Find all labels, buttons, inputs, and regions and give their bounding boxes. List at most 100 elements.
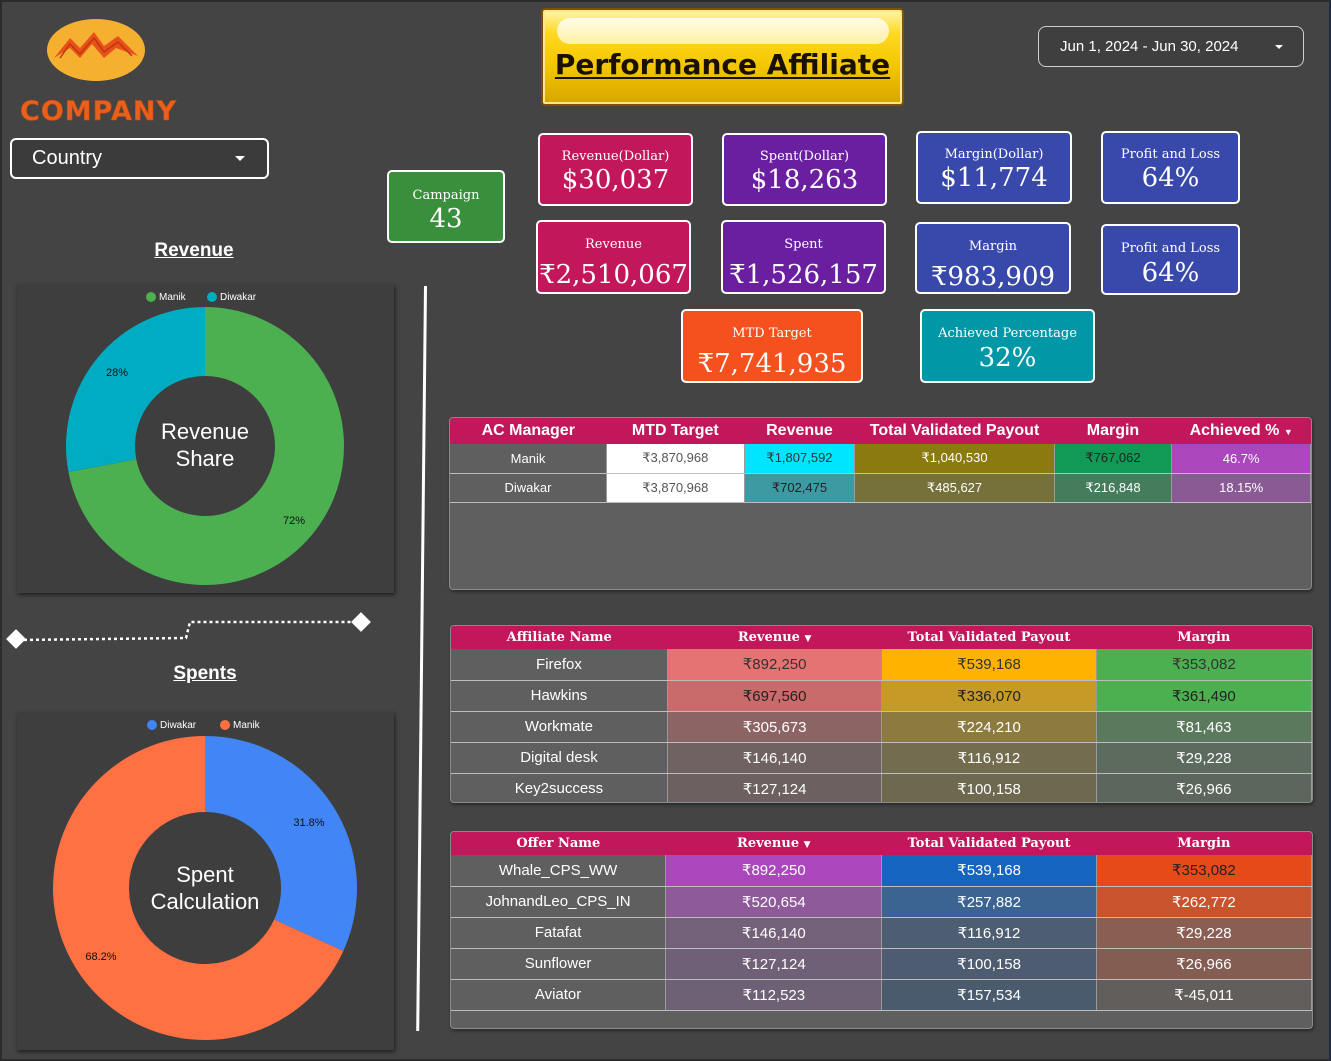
- table-row[interactable]: Aviator ₹112,523 ₹157,534 ₹-45,011: [451, 979, 1312, 1011]
- date-range-picker[interactable]: Jun 1, 2024 - Jun 30, 2024: [1038, 26, 1304, 67]
- col-header-sorted[interactable]: Achieved % ▼: [1171, 418, 1311, 444]
- country-filter[interactable]: Country: [10, 138, 269, 179]
- cell-revenue: ₹305,673: [667, 711, 883, 743]
- col-header[interactable]: Margin: [1096, 626, 1312, 649]
- table-row[interactable]: JohnandLeo_CPS_IN ₹520,654 ₹257,882 ₹262…: [451, 886, 1312, 918]
- col-header[interactable]: Margin: [1054, 418, 1172, 444]
- cell-mtd-target: ₹3,870,968: [606, 444, 745, 474]
- legend-swatch-manik: [146, 292, 156, 302]
- cell-margin: ₹353,082: [1096, 855, 1312, 887]
- spent-slice-diwakar[interactable]: [205, 736, 357, 951]
- chevron-down-icon: [1275, 45, 1283, 49]
- kpi-label: MTD Target: [732, 326, 812, 341]
- col-header[interactable]: Affiliate Name: [451, 626, 668, 649]
- col-header[interactable]: MTD Target: [606, 418, 745, 444]
- legend-label-manik: Manik: [233, 720, 261, 731]
- spent-donut-chart: Diwakar Manik 31.8% 68.2% Spent Calculat…: [53, 720, 357, 1040]
- col-header[interactable]: AC Manager: [450, 418, 607, 444]
- cell-affiliate: Firefox: [451, 649, 668, 681]
- cell-revenue: ₹146,140: [665, 917, 883, 949]
- col-header[interactable]: Margin: [1096, 832, 1312, 855]
- offer-table: Offer Name Revenue ▼ Total Validated Pay…: [450, 831, 1313, 1029]
- campaign-card: Campaign 43: [387, 170, 505, 243]
- kpi-value: ₹983,909: [930, 262, 1056, 292]
- table-row[interactable]: Whale_CPS_WW ₹892,250 ₹539,168 ₹353,082: [451, 855, 1312, 887]
- cell-revenue: ₹520,654: [665, 886, 883, 918]
- company-name: COMPANY: [20, 96, 177, 128]
- kpi-value: ₹7,741,935: [697, 349, 847, 379]
- cell-revenue: ₹697,560: [667, 680, 883, 712]
- cell-payout: ₹157,534: [881, 979, 1097, 1011]
- cell-revenue: ₹892,250: [667, 649, 883, 681]
- table-row[interactable]: Workmate ₹305,673 ₹224,210 ₹81,463: [451, 711, 1312, 743]
- kpi-label: Revenue: [585, 237, 642, 252]
- cell-affiliate: Hawkins: [451, 680, 668, 712]
- cell-mtd-target: ₹3,870,968: [606, 473, 745, 503]
- kpi-value: $30,037: [561, 165, 670, 195]
- cell-affiliate: Workmate: [451, 711, 668, 743]
- col-header[interactable]: Revenue: [744, 418, 855, 444]
- col-header-sorted[interactable]: Revenue ▼: [667, 626, 882, 649]
- kpi-label: Profit and Loss: [1120, 147, 1221, 162]
- legend-label-manik: Manik: [159, 292, 187, 303]
- cell-manager: Diwakar: [450, 473, 607, 503]
- revenue-inr-card: Revenue ₹2,510,067: [536, 220, 691, 294]
- page-title: Performance Affiliate: [554, 48, 891, 81]
- profit-loss-card: Profit and Loss 64%: [1101, 131, 1240, 204]
- cell-revenue: ₹146,140: [667, 742, 883, 774]
- table-header-row: Affiliate Name Revenue ▼ Total Validated…: [451, 626, 1312, 649]
- revenue-center-line-1: Revenue: [161, 419, 249, 444]
- cell-margin: ₹26,966: [1096, 773, 1312, 802]
- margin-usd-card: Margin(Dollar) $11,774: [916, 131, 1072, 204]
- col-header-label: Achieved %: [1189, 422, 1280, 439]
- cell-manager: Manik: [450, 444, 607, 474]
- table-row[interactable]: Firefox ₹892,250 ₹539,168 ₹353,082: [451, 649, 1312, 681]
- table-row[interactable]: Diwakar ₹3,870,968 ₹702,475 ₹485,627 ₹21…: [450, 473, 1311, 503]
- table-row[interactable]: Key2success ₹127,124 ₹100,158 ₹26,966: [451, 773, 1312, 802]
- cell-payout: ₹539,168: [881, 649, 1097, 681]
- legend-label-diwakar: Diwakar: [160, 720, 197, 731]
- sort-down-icon: ▼: [803, 840, 811, 850]
- kpi-label: Achieved Percentage: [938, 326, 1077, 341]
- kpi-label: Margin: [968, 239, 1018, 254]
- cell-achieved: 18.15%: [1171, 473, 1311, 503]
- cell-payout: ₹485,627: [854, 473, 1055, 503]
- spent-slice-label-manik: 68.2%: [85, 951, 116, 963]
- table-row[interactable]: Digital desk ₹146,140 ₹116,912 ₹29,228: [451, 742, 1312, 774]
- spent-chart-panel: Diwakar Manik 31.8% 68.2% Spent Calculat…: [17, 712, 394, 1050]
- col-header-sorted[interactable]: Revenue ▼: [665, 832, 882, 855]
- date-range-label: Jun 1, 2024 - Jun 30, 2024: [1060, 38, 1239, 55]
- cell-revenue: ₹127,124: [665, 948, 883, 980]
- legend-label-diwakar: Diwakar: [220, 292, 257, 303]
- table-row[interactable]: Hawkins ₹697,560 ₹336,070 ₹361,490: [451, 680, 1312, 712]
- spent-legend: Diwakar Manik: [147, 720, 261, 731]
- cell-offer: Sunflower: [451, 948, 667, 980]
- table-row[interactable]: Fatafat ₹146,140 ₹116,912 ₹29,228: [451, 917, 1312, 949]
- page-title-banner: Performance Affiliate: [541, 8, 904, 106]
- revenue-slice-label-manik: 72%: [283, 515, 305, 527]
- cell-offer: Fatafat: [451, 917, 667, 949]
- cell-margin: ₹353,082: [1096, 649, 1312, 681]
- margin-inr-card: Margin ₹983,909: [915, 222, 1071, 294]
- company-logo: [47, 19, 145, 81]
- decorative-connector: [6, 612, 371, 649]
- col-header[interactable]: Total Validated Payout: [854, 418, 1055, 444]
- cell-margin: ₹361,490: [1096, 680, 1312, 712]
- chevron-down-icon: [235, 156, 245, 161]
- spent-center-line-1: Spent: [176, 862, 234, 887]
- cell-margin: ₹81,463: [1096, 711, 1312, 743]
- table-row[interactable]: Manik ₹3,870,968 ₹1,807,592 ₹1,040,530 ₹…: [450, 444, 1311, 474]
- kpi-label: Spent: [784, 237, 823, 252]
- table-row[interactable]: Sunflower ₹127,124 ₹100,158 ₹26,966: [451, 948, 1312, 980]
- spent-usd-card: Spent(Dollar) $18,263: [722, 133, 887, 206]
- kpi-value: $11,774: [940, 163, 1048, 193]
- campaign-label: Campaign: [412, 188, 480, 203]
- col-header[interactable]: Offer Name: [451, 832, 666, 855]
- col-header[interactable]: Total Validated Payout: [881, 832, 1097, 855]
- cell-margin: ₹767,062: [1054, 444, 1173, 474]
- achieved-percentage-card: Achieved Percentage 32%: [920, 309, 1095, 383]
- revenue-legend: Manik Diwakar: [146, 292, 257, 303]
- ac-manager-table: AC Manager MTD Target Revenue Total Vali…: [449, 417, 1312, 590]
- spents-section-title: Spents: [173, 663, 237, 684]
- col-header[interactable]: Total Validated Payout: [881, 626, 1097, 649]
